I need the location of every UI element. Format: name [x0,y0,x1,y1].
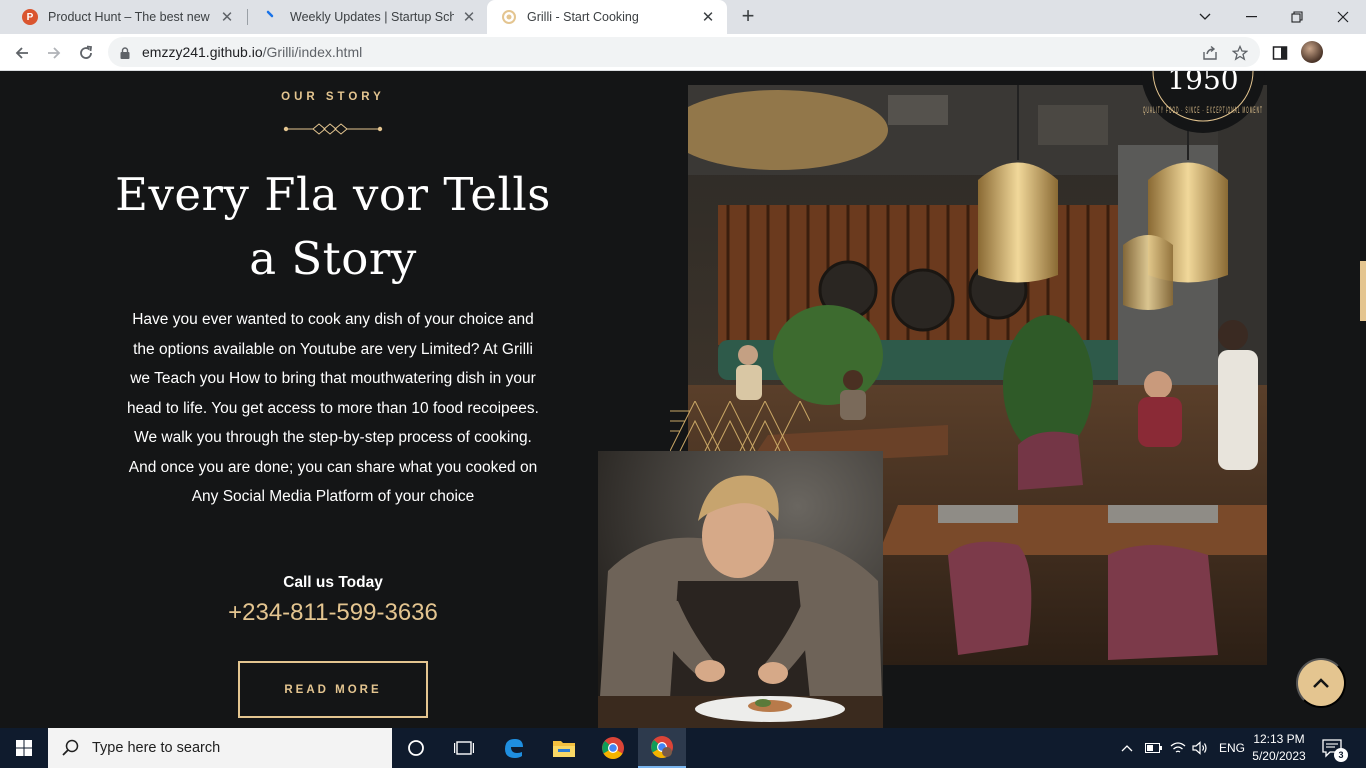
browser-toolbar: emzzy241.github.io/Grilli/index.html [0,34,1366,71]
volume-icon[interactable] [1192,728,1208,768]
show-hidden-icons-chevron-up-icon[interactable] [1120,728,1134,768]
new-tab-button[interactable]: + [736,5,760,29]
chrome-icon[interactable] [589,728,637,768]
url-path: /Grilli/index.html [262,44,363,60]
browser-tab-strip: P Product Hunt – The best new pro ✕ Week… [0,0,1366,34]
page-scrollbar-thumb[interactable] [1360,261,1366,321]
cortana-icon[interactable] [392,728,440,768]
windows-taskbar: Type here to search ENG 12:13 PM 5/20/20… [0,728,1366,768]
scroll-to-top-button[interactable] [1296,658,1346,708]
lock-icon[interactable] [120,46,130,59]
tab-title: Grilli - Start Cooking [527,10,639,24]
forward-arrow-icon[interactable] [40,39,68,67]
clock-time: 12:13 PM [1253,732,1305,746]
language-indicator[interactable]: ENG [1219,728,1245,768]
section-heading: Every Fla vor Tells a Story [115,168,551,285]
task-view-icon[interactable] [440,728,488,768]
decorative-pattern [670,401,810,451]
bookmark-star-icon[interactable] [1228,41,1252,65]
taskbar-clock[interactable]: 12:13 PM 5/20/2023 [1248,731,1310,765]
close-icon[interactable]: ✕ [218,8,236,26]
url-host: emzzy241.github.io [142,44,263,60]
edge-browser-icon[interactable] [490,728,538,768]
badge-year: 1950 [1167,71,1238,96]
section-eyebrow: OUR STORY [281,91,385,103]
notification-count: 3 [1334,748,1348,762]
decorative-separator [283,123,383,135]
tab-search-icon[interactable] [1182,0,1228,34]
chrome-profile-icon[interactable] [638,728,686,768]
url-text: emzzy241.github.io/Grilli/index.html [142,44,362,60]
side-panel-icon[interactable] [1268,41,1292,65]
share-icon[interactable] [1198,41,1222,65]
grilli-favicon-icon [501,9,517,25]
taskbar-search-input[interactable]: Type here to search [48,728,392,768]
close-icon[interactable]: ✕ [460,8,478,26]
phone-number-link[interactable]: +234-811-599-3636 [183,599,483,627]
product-hunt-icon: P [22,9,38,25]
since-1950-badge: 1950 QUALITY FOOD · SINCE · EXCEPTIONAL … [1141,71,1265,133]
read-more-button[interactable]: READ MORE [238,661,428,718]
restore-icon[interactable] [1274,0,1320,34]
call-us-label: Call us Today [283,574,383,591]
notification-center-button[interactable]: 3 [1322,728,1348,768]
windows-logo-icon [16,740,32,756]
address-bar[interactable]: emzzy241.github.io/Grilli/index.html [108,37,1260,67]
badge-ring-text: QUALITY FOOD · SINCE · EXCEPTIONAL MOMEN… [1143,105,1263,115]
startup-school-icon [264,9,280,25]
wifi-icon[interactable] [1170,728,1186,768]
tab-grilli[interactable]: Grilli - Start Cooking ✕ [487,0,727,34]
tab-startup-school[interactable]: Weekly Updates | Startup School ✕ [250,0,488,34]
battery-icon[interactable] [1145,728,1163,768]
close-window-icon[interactable] [1320,0,1366,34]
tab-product-hunt[interactable]: P Product Hunt – The best new pro ✕ [8,0,246,34]
windows-start-button[interactable] [0,728,48,768]
clock-date: 5/20/2023 [1252,749,1306,763]
section-body-text: Have you ever wanted to cook any dish of… [127,311,539,505]
reload-icon[interactable] [72,39,100,67]
back-arrow-icon[interactable] [8,39,36,67]
file-explorer-icon[interactable] [540,728,588,768]
chef-plating-image [598,451,883,728]
tab-title: Product Hunt – The best new pro [48,10,212,24]
search-placeholder: Type here to search [92,740,221,756]
tab-title: Weekly Updates | Startup School [290,10,454,24]
profile-avatar[interactable] [1301,41,1323,63]
chevron-up-icon [1313,678,1329,688]
tab-separator [247,9,248,25]
close-icon[interactable]: ✕ [699,8,717,26]
search-icon [62,739,79,756]
page-content: OUR STORY Every Fla vor Tells a Story Ha… [0,71,1366,728]
minimize-icon[interactable] [1228,0,1274,34]
